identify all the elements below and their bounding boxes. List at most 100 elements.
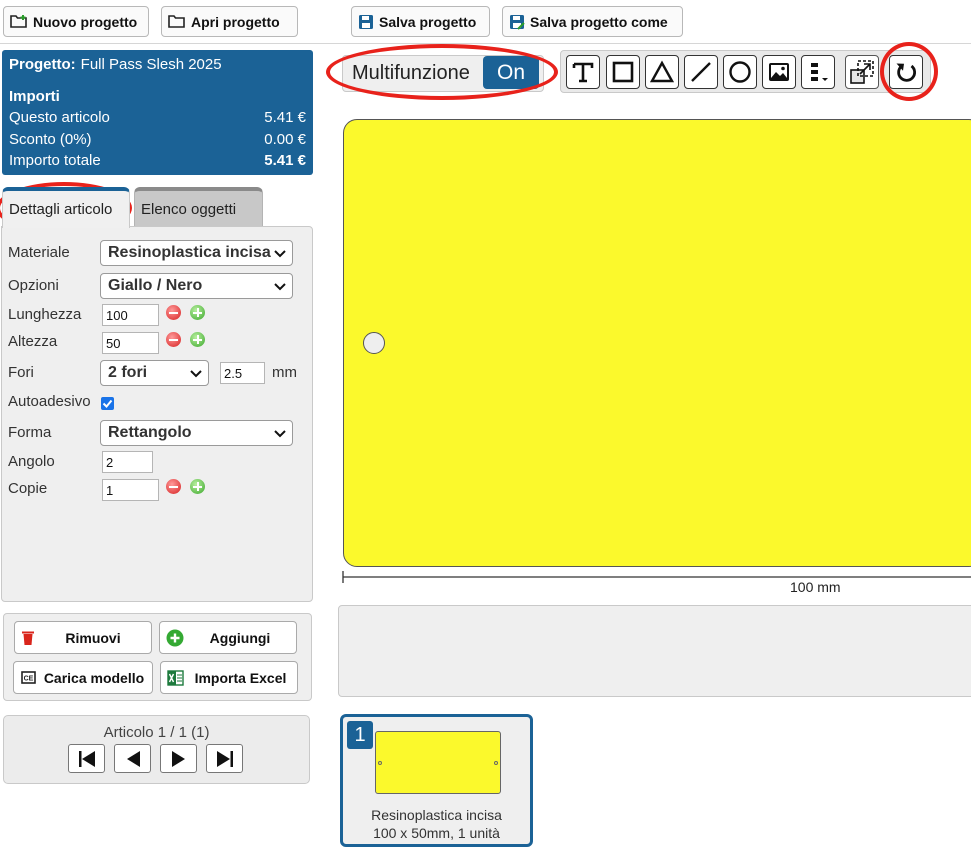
amount-row-total: Importo totale 5.41 € — [9, 150, 306, 172]
height-input[interactable]: 50 — [102, 332, 159, 354]
options-select[interactable]: Giallo / Nero — [100, 273, 293, 299]
rectangle-tool-icon — [612, 61, 634, 83]
new-project-button[interactable]: Nuovo progetto — [3, 6, 149, 37]
tab-label: Dettagli articolo — [9, 201, 113, 218]
length-increase-icon[interactable] — [190, 305, 205, 320]
amount-row-discount: Sconto (0%) 0.00 € — [9, 129, 306, 151]
skip-first-icon — [78, 750, 95, 767]
amount-row-article: Questo articolo 5.41 € — [9, 107, 306, 129]
add-button[interactable]: Aggiungi — [159, 621, 297, 654]
import-excel-button[interactable]: Importa Excel — [160, 661, 298, 694]
shape-select[interactable]: Rettangolo — [100, 420, 293, 446]
next-article-button[interactable] — [160, 744, 197, 773]
options-label: Opzioni — [8, 277, 59, 294]
load-template-button[interactable]: CE Carica modello — [13, 661, 153, 694]
triangle-tool-button[interactable] — [645, 55, 679, 89]
article-thumbnail[interactable]: 1 Resinoplastica incisa 100 x 50mm, 1 un… — [340, 714, 533, 847]
add-label: Aggiungi — [209, 629, 271, 646]
options-value: Giallo / Nero — [108, 277, 203, 294]
folder-icon — [168, 15, 185, 28]
save-project-button[interactable]: Salva progetto — [351, 6, 490, 37]
circle-tool-icon — [729, 61, 751, 83]
length-input[interactable]: 100 — [102, 304, 159, 326]
tab-object-list[interactable]: Elenco oggetti — [134, 187, 263, 228]
add-circle-icon — [166, 629, 184, 646]
line-tool-icon — [691, 62, 711, 82]
svg-text:CE: CE — [24, 676, 34, 683]
toolbar-divider — [0, 43, 971, 44]
holes-value: 2 fori — [108, 364, 148, 381]
material-value: Resinoplastica incisa — [108, 244, 271, 261]
amounts-title: Importi — [9, 87, 60, 105]
amount-label: Sconto (0%) — [9, 130, 92, 148]
text-tool-icon — [572, 62, 594, 83]
chevron-down-icon — [274, 283, 286, 291]
hole-unit-label: mm — [272, 364, 297, 381]
amount-value: 5.41 € — [264, 109, 306, 127]
image-tool-icon — [769, 63, 789, 81]
new-folder-icon — [10, 15, 27, 28]
project-label: Progetto: — [9, 56, 76, 74]
material-select[interactable]: Resinoplastica incisa — [100, 240, 293, 266]
resize-tool-button[interactable] — [845, 55, 879, 89]
holes-select[interactable]: 2 fori — [100, 360, 209, 386]
highlight-ring-multifunction — [326, 44, 558, 100]
save-project-as-button[interactable]: Salva progetto come — [502, 6, 683, 37]
holes-label: Fori — [8, 364, 34, 381]
corner-input[interactable]: 2 — [102, 451, 153, 473]
open-project-label: Apri progetto — [191, 13, 280, 30]
remove-button[interactable]: Rimuovi — [14, 621, 152, 654]
align-menu-button[interactable] — [801, 55, 835, 89]
image-tool-button[interactable] — [762, 55, 796, 89]
label-canvas[interactable] — [343, 119, 971, 567]
resize-icon — [850, 60, 874, 84]
line-tool-button[interactable] — [684, 55, 718, 89]
checkmark-icon — [102, 399, 113, 408]
height-label: Altezza — [8, 333, 58, 350]
shape-value: Rettangolo — [108, 424, 192, 441]
amount-value: 5.41 € — [264, 152, 306, 170]
thumbnail-material: Resinoplastica incisa — [371, 807, 502, 823]
copies-increase-icon[interactable] — [190, 479, 205, 494]
height-decrease-icon[interactable] — [166, 332, 181, 347]
amount-value: 0.00 € — [264, 130, 306, 148]
adhesive-label: Autoadesivo — [8, 393, 91, 410]
copies-label: Copie — [8, 480, 48, 497]
thumbnail-hole — [494, 761, 498, 765]
corner-label: Angolo — [8, 453, 55, 470]
text-tool-button[interactable] — [566, 55, 600, 89]
open-project-button[interactable]: Apri progetto — [161, 6, 298, 37]
thumbnail-hole — [378, 761, 382, 765]
shape-label: Forma — [8, 424, 52, 441]
amount-label: Questo articolo — [9, 109, 110, 127]
mounting-hole — [363, 332, 385, 354]
previous-article-button[interactable] — [114, 744, 151, 773]
load-template-label: Carica modello — [43, 669, 145, 686]
project-name: Full Pass Slesh 2025 — [80, 56, 222, 74]
circle-tool-button[interactable] — [723, 55, 757, 89]
length-decrease-icon[interactable] — [166, 305, 181, 320]
height-increase-icon[interactable] — [190, 332, 205, 347]
align-menu-icon — [811, 63, 828, 81]
object-properties-panel — [338, 605, 971, 697]
previous-icon — [126, 750, 140, 767]
copies-decrease-icon[interactable] — [166, 479, 181, 494]
copies-input[interactable]: 1 — [102, 479, 159, 501]
article-counter: Articolo 1 / 1 (1) — [103, 724, 210, 741]
next-icon — [171, 750, 185, 767]
highlight-ring-rotate — [880, 42, 938, 101]
tab-item-details[interactable]: Dettagli articolo — [2, 187, 130, 228]
chevron-down-icon — [274, 250, 286, 258]
first-article-button[interactable] — [68, 744, 105, 773]
rectangle-tool-button[interactable] — [606, 55, 640, 89]
template-icon: CE — [21, 671, 36, 684]
hole-size-input[interactable]: 2.5 — [220, 362, 265, 384]
amount-label: Importo totale — [9, 152, 101, 170]
excel-icon — [167, 669, 184, 686]
adhesive-checkbox[interactable] — [101, 397, 114, 410]
last-article-button[interactable] — [206, 744, 243, 773]
material-label: Materiale — [8, 244, 70, 261]
tab-label: Elenco oggetti — [141, 200, 237, 218]
thumbnail-index-badge: 1 — [347, 721, 373, 749]
floppy-disk-icon — [359, 14, 373, 29]
